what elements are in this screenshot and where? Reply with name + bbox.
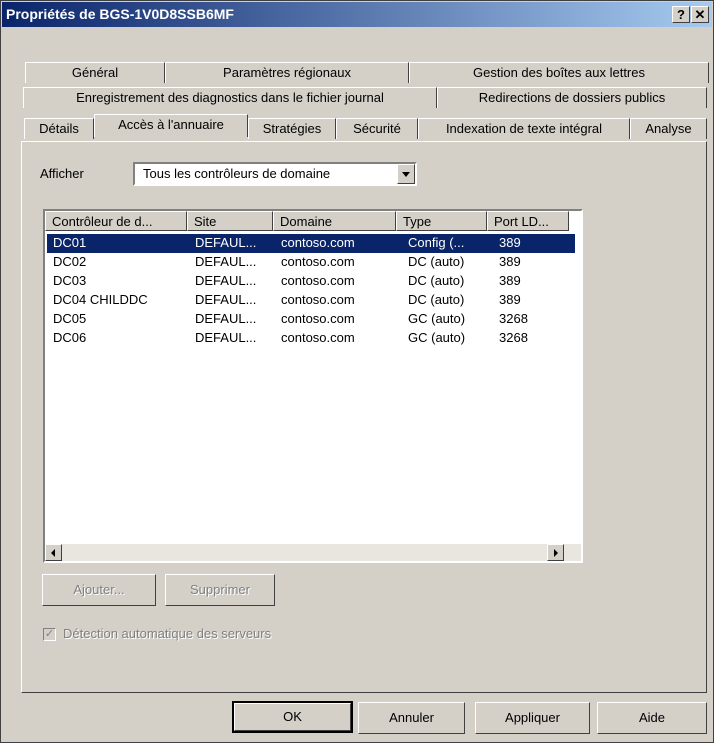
cancel-button[interactable]: Annuler: [358, 702, 465, 734]
cell-port: 389: [499, 273, 521, 288]
cell-domain: contoso.com: [281, 235, 355, 250]
properties-dialog: Propriétés de BGS-1V0D8SSB6MF ? ✕ Généra…: [0, 0, 714, 743]
scroll-right-button[interactable]: [547, 544, 564, 561]
cell-port: 389: [499, 235, 521, 250]
apply-button[interactable]: Appliquer: [475, 702, 590, 734]
cell-site: DEFAUL...: [195, 235, 257, 250]
cell-port: 3268: [499, 311, 528, 326]
cell-domain: contoso.com: [281, 311, 355, 326]
tab-monitoring[interactable]: Analyse: [630, 118, 707, 139]
scroll-left-button[interactable]: [45, 544, 62, 561]
window-title: Propriétés de BGS-1V0D8SSB6MF: [6, 6, 234, 22]
cell-site: DEFAUL...: [195, 273, 257, 288]
cell-site: DEFAUL...: [195, 292, 257, 307]
cell-controller: DC02: [53, 254, 87, 269]
filter-label: Afficher: [40, 166, 84, 181]
list-header: Contrôleur de d... Site Domaine Type Por…: [45, 211, 581, 231]
table-row[interactable]: DC01 DEFAUL... contoso.com Config (... 3…: [47, 234, 575, 253]
cell-site: DEFAUL...: [195, 330, 257, 345]
tab-security[interactable]: Sécurité: [336, 118, 418, 139]
cell-site: DEFAUL...: [195, 311, 257, 326]
cell-controller: DC06: [53, 330, 87, 345]
close-button[interactable]: ✕: [691, 6, 709, 23]
table-row[interactable]: DC04 CHILDDC DEFAUL... contoso.com DC (a…: [47, 291, 575, 310]
cell-controller: DC01: [53, 235, 87, 250]
cell-type: GC (auto): [408, 330, 466, 345]
tab-full-text-indexing[interactable]: Indexation de texte intégral: [418, 118, 630, 139]
cell-domain: contoso.com: [281, 330, 355, 345]
column-header-type[interactable]: Type: [396, 211, 487, 231]
checkmark-icon: ✓: [43, 628, 56, 641]
column-header-port[interactable]: Port LD...: [487, 211, 569, 231]
cell-domain: contoso.com: [281, 292, 355, 307]
help-button[interactable]: ?: [672, 6, 690, 23]
remove-button[interactable]: Supprimer: [165, 574, 275, 606]
cell-controller: DC05: [53, 311, 87, 326]
cell-type: GC (auto): [408, 311, 466, 326]
cell-port: 389: [499, 254, 521, 269]
ok-button-label: OK: [234, 703, 351, 731]
table-row[interactable]: DC05 DEFAUL... contoso.com GC (auto) 326…: [47, 310, 575, 329]
tab-general[interactable]: Général: [25, 62, 165, 83]
ok-button[interactable]: OK: [232, 701, 353, 733]
cell-controller: DC04 CHILDDC: [53, 292, 148, 307]
arrow-left-icon: [51, 549, 55, 557]
table-row[interactable]: DC03 DEFAUL... contoso.com DC (auto) 389: [47, 272, 575, 291]
cell-type: DC (auto): [408, 292, 465, 307]
table-row[interactable]: DC06 DEFAUL... contoso.com GC (auto) 326…: [47, 329, 575, 348]
cell-port: 3268: [499, 330, 528, 345]
tab-diagnostics-logging[interactable]: Enregistrement des diagnostics dans le f…: [23, 87, 437, 108]
domain-controller-list[interactable]: Contrôleur de d... Site Domaine Type Por…: [43, 209, 583, 563]
cell-site: DEFAUL...: [195, 254, 257, 269]
filter-dropdown[interactable]: Tous les contrôleurs de domaine: [133, 162, 417, 186]
help-dialog-button[interactable]: Aide: [597, 702, 707, 734]
column-header-domain[interactable]: Domaine: [273, 211, 396, 231]
auto-detect-label: Détection automatique des serveurs: [63, 626, 272, 641]
cell-domain: contoso.com: [281, 273, 355, 288]
column-header-controller[interactable]: Contrôleur de d...: [45, 211, 187, 231]
cell-type: Config (...: [408, 235, 465, 250]
cell-controller: DC03: [53, 273, 87, 288]
tab-directory-access[interactable]: Accès à l'annuaire: [94, 114, 248, 137]
column-header-site[interactable]: Site: [187, 211, 273, 231]
title-bar: Propriétés de BGS-1V0D8SSB6MF ? ✕: [2, 2, 712, 27]
arrow-right-icon: [554, 549, 558, 557]
filter-selected-value: Tous les contrôleurs de domaine: [143, 166, 331, 181]
tab-public-folder-referrals[interactable]: Redirections de dossiers publics: [437, 87, 707, 108]
tab-regional-settings[interactable]: Paramètres régionaux: [165, 62, 409, 83]
add-button[interactable]: Ajouter...: [42, 574, 156, 606]
cell-port: 389: [499, 292, 521, 307]
tab-mailbox-management[interactable]: Gestion des boîtes aux lettres: [409, 62, 709, 83]
tab-details[interactable]: Détails: [24, 118, 94, 139]
horizontal-scrollbar[interactable]: [45, 544, 581, 561]
dropdown-button[interactable]: [397, 164, 415, 184]
cell-type: DC (auto): [408, 273, 465, 288]
tab-policies[interactable]: Stratégies: [248, 118, 336, 139]
chevron-down-icon: [402, 172, 410, 177]
cell-type: DC (auto): [408, 254, 465, 269]
table-row[interactable]: DC02 DEFAUL... contoso.com DC (auto) 389: [47, 253, 575, 272]
cell-domain: contoso.com: [281, 254, 355, 269]
